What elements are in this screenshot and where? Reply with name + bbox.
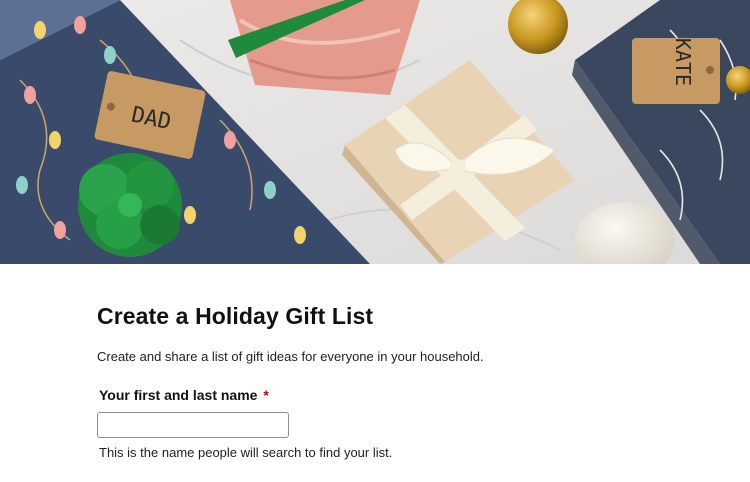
name-field-hint: This is the name people will search to f… xyxy=(99,445,393,460)
full-name-input[interactable] xyxy=(97,412,289,438)
gift-list-form: Create a Holiday Gift List Create and sh… xyxy=(97,300,697,462)
name-field-label: Your first and last name * xyxy=(99,386,697,404)
pink-gift xyxy=(228,0,420,95)
hero-banner-image: DAD KATE xyxy=(0,0,750,264)
name-field-label-text: Your first and last name xyxy=(99,387,258,403)
green-bow xyxy=(78,153,182,257)
kate-gift-tag: KATE xyxy=(632,38,720,104)
kate-tag-label: KATE xyxy=(671,38,695,86)
page-subtitle: Create and share a list of gift ideas fo… xyxy=(97,349,484,364)
page-title: Create a Holiday Gift List xyxy=(97,303,374,329)
required-asterisk: * xyxy=(263,387,269,403)
